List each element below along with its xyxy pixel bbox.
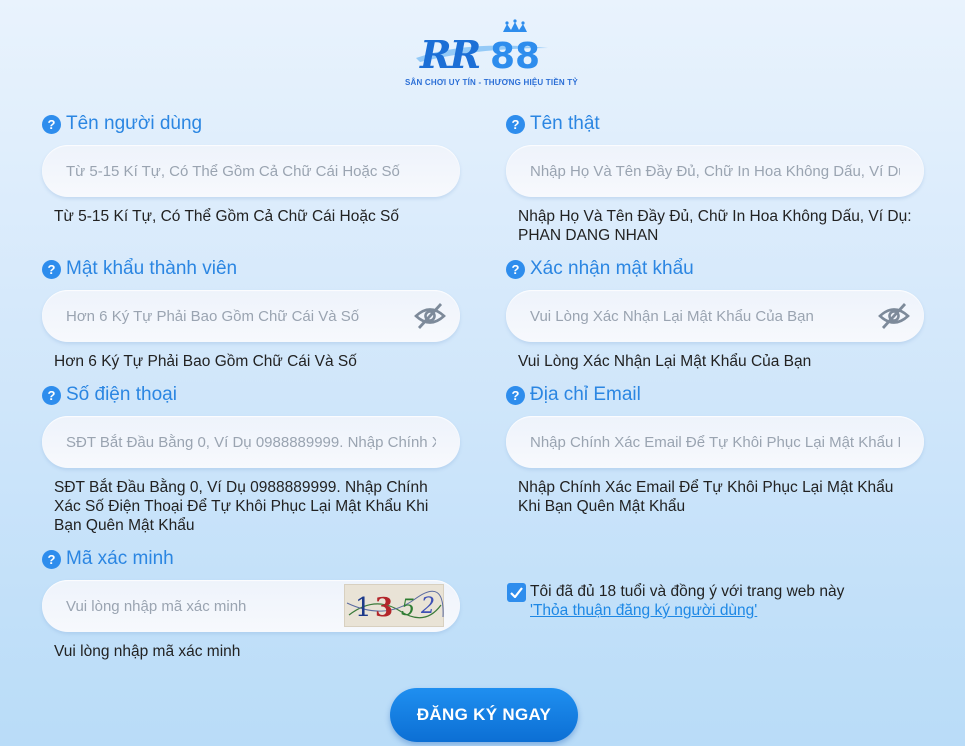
agreement-text: Tôi đã đủ 18 tuổi và đồng ý với trang we…	[530, 583, 845, 600]
captcha-label: ? Mã xác minh	[42, 547, 462, 571]
captcha-image[interactable]: 1 3 5 2	[344, 584, 444, 627]
password-field-group: ? Mật khẩu thành viên Hơn 6 Ký Tự Phải B…	[42, 257, 462, 371]
captcha-char-2: 3	[375, 593, 393, 623]
username-label: ? Tên người dùng	[42, 112, 462, 136]
username-hint: Từ 5-15 Kí Tự, Có Thể Gồm Cả Chữ Cái Hoặ…	[54, 208, 399, 225]
captcha-char-4: 2	[420, 594, 435, 619]
confirm-password-input[interactable]	[506, 290, 924, 342]
logo-88: 88	[490, 36, 540, 76]
phone-field-group: ? Số điện thoại SĐT Bắt Đầu Bằng 0, Ví D…	[42, 383, 462, 535]
phone-hint: SĐT Bắt Đầu Bằng 0, Ví Dụ 0988889999. Nh…	[54, 479, 429, 534]
username-field-group: ? Tên người dùng Từ 5-15 Kí Tự, Có Thể G…	[42, 112, 462, 226]
logo-slogan: SÂN CHƠI UY TÍN - THƯƠNG HIỆU TIỀN TỶ	[405, 78, 578, 87]
question-icon: ?	[506, 385, 525, 405]
question-icon: ?	[42, 385, 61, 405]
brand-logo: RR 88 SÂN CHƠI UY TÍN - THƯƠNG HIỆU TIỀN…	[405, 18, 578, 93]
eye-off-icon[interactable]	[414, 301, 446, 331]
confirm-password-hint: Vui Lòng Xác Nhận Lại Mật Khẩu Của Bạn	[518, 353, 812, 370]
username-input[interactable]	[42, 145, 460, 197]
logo-graphic: RR 88	[415, 19, 548, 76]
user-agreement-link[interactable]: 'Thỏa thuận đăng ký người dùng'	[530, 601, 844, 620]
confirm-password-label: ? Xác nhận mật khẩu	[506, 257, 926, 281]
password-input[interactable]	[42, 290, 460, 342]
email-label: ? Địa chỉ Email	[506, 383, 926, 407]
eye-off-icon[interactable]	[878, 301, 910, 331]
agree-checkbox[interactable]	[507, 583, 526, 602]
confirm-password-field-group: ? Xác nhận mật khẩu Vui Lòng Xác Nhận Lạ…	[506, 257, 926, 371]
agreement-row: Tôi đã đủ 18 tuổi và đồng ý với trang we…	[507, 582, 907, 620]
phone-input[interactable]	[42, 416, 460, 468]
captcha-char-3: 5	[401, 596, 415, 621]
realname-field-group: ? Tên thật Nhập Họ Và Tên Đầy Đủ, Chữ In…	[506, 112, 926, 245]
captcha-hint: Vui lòng nhập mã xác minh	[54, 643, 241, 660]
check-icon	[510, 587, 523, 598]
captcha-char-1: 1	[355, 593, 372, 623]
password-label: ? Mật khẩu thành viên	[42, 257, 462, 281]
realname-label: ? Tên thật	[506, 112, 926, 136]
email-input[interactable]	[506, 416, 924, 468]
question-icon: ?	[42, 549, 61, 569]
realname-input[interactable]	[506, 145, 924, 197]
realname-hint: Nhập Họ Và Tên Đầy Đủ, Chữ In Hoa Không …	[518, 208, 912, 244]
question-icon: ?	[506, 259, 525, 279]
captcha-field-group: ? Mã xác minh 1 3 5 2 Vui lòng nhập mã x…	[42, 547, 462, 661]
logo-rr: RR	[419, 32, 480, 76]
question-icon: ?	[506, 114, 525, 134]
question-icon: ?	[42, 114, 61, 134]
email-field-group: ? Địa chỉ Email Nhập Chính Xác Email Để …	[506, 383, 926, 516]
email-hint: Nhập Chính Xác Email Để Tự Khôi Phục Lại…	[518, 479, 894, 515]
register-button[interactable]: ĐĂNG KÝ NGAY	[390, 688, 578, 742]
password-hint: Hơn 6 Ký Tự Phải Bao Gồm Chữ Cái Và Số	[54, 353, 357, 370]
phone-label: ? Số điện thoại	[42, 383, 462, 407]
question-icon: ?	[42, 259, 61, 279]
